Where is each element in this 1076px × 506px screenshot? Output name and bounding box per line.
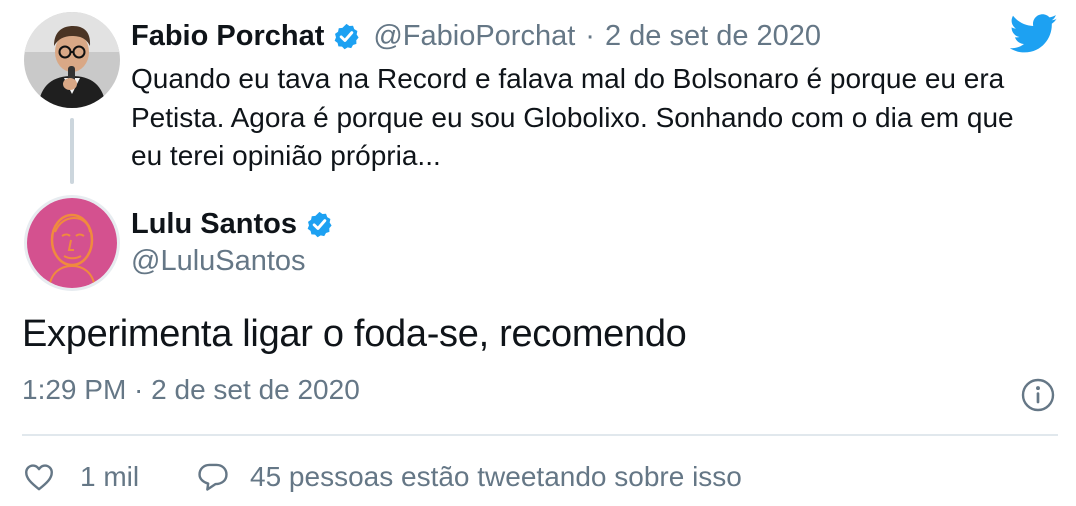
quoted-tweet-text: Quando eu tava na Record e falava mal do… (131, 63, 1014, 171)
avatar-portrait-icon (27, 198, 117, 288)
reply-tweet-text: Experimenta ligar o foda-se, recomendo (22, 313, 687, 355)
reply-author-name[interactable]: Lulu Santos (131, 208, 297, 241)
speech-bubble-icon[interactable] (196, 460, 230, 494)
twitter-bird-icon[interactable] (1009, 14, 1058, 54)
fabio-porchat-avatar[interactable] (24, 12, 120, 108)
quoted-tweet-header: Fabio Porchat @FabioPorchat · 2 de set d… (131, 16, 821, 56)
reply-handle[interactable]: @LuluSantos (131, 245, 306, 278)
like-button[interactable]: 1 mil (22, 455, 139, 499)
verified-badge-icon (305, 210, 334, 239)
conversation-label[interactable]: 45 pessoas estão tweetando sobre isso (250, 461, 742, 493)
thread-connector-line (70, 118, 74, 184)
verified-badge-icon (332, 22, 361, 51)
action-divider (22, 434, 1058, 436)
quoted-handle[interactable]: @FabioPorchat (373, 20, 575, 53)
heart-icon[interactable] (22, 460, 56, 494)
reply-author-row: Lulu Santos (131, 204, 334, 244)
header-separator: · (585, 19, 595, 52)
avatar-photo-icon (24, 12, 120, 108)
conversation-link[interactable]: 45 pessoas estão tweetando sobre isso (196, 455, 742, 499)
lulu-santos-avatar[interactable] (24, 195, 120, 291)
quoted-date[interactable]: 2 de set de 2020 (605, 20, 821, 53)
tweet-timestamp[interactable]: 1:29 PM · 2 de set de 2020 (22, 374, 360, 406)
likes-count: 1 mil (80, 461, 140, 492)
quoted-author-name[interactable]: Fabio Porchat (131, 20, 324, 53)
info-icon[interactable] (1020, 377, 1056, 413)
